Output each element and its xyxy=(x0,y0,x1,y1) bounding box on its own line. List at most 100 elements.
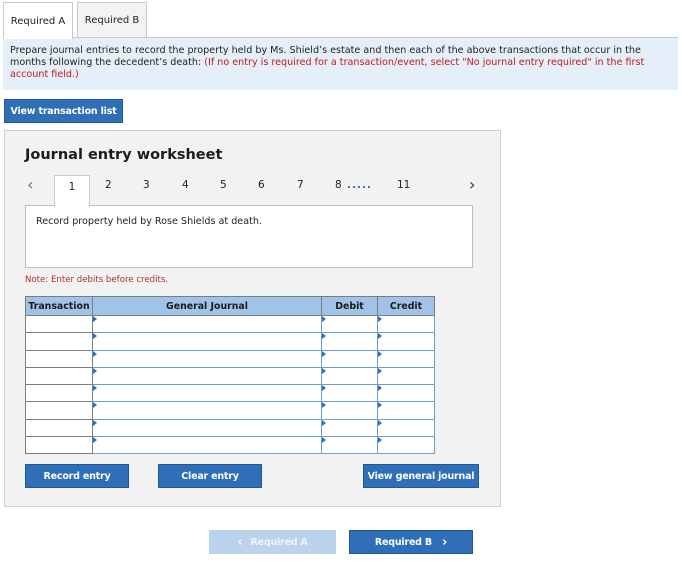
debit-credit-note: Note: Enter debits before credits. xyxy=(25,275,169,285)
record-entry-button[interactable]: Record entry xyxy=(25,464,129,488)
input-marker-icon xyxy=(322,367,326,374)
journal-entry-table: Transaction General Journal Debit Credit xyxy=(25,296,435,455)
prev-required-a-button[interactable]: ‹ Required A xyxy=(209,530,336,554)
input-marker-icon xyxy=(378,402,382,409)
account-select[interactable] xyxy=(92,418,322,438)
input-marker-icon xyxy=(322,350,326,357)
table-row xyxy=(25,332,435,351)
debit-input[interactable] xyxy=(321,401,378,420)
page-7-tab[interactable]: 7 xyxy=(297,179,304,191)
prev-required-label: Required A xyxy=(250,536,308,548)
input-marker-icon xyxy=(322,402,326,409)
account-select[interactable] xyxy=(92,332,322,351)
dropdown-marker-icon xyxy=(93,402,97,409)
dropdown-marker-icon xyxy=(93,350,97,357)
dropdown-marker-icon xyxy=(93,385,97,392)
page-5-tab[interactable]: 5 xyxy=(220,179,227,191)
table-row xyxy=(25,401,435,420)
credit-input[interactable] xyxy=(377,349,435,368)
chevron-right-icon[interactable]: › xyxy=(469,175,475,194)
page-ellipsis: ..... xyxy=(347,179,372,191)
debit-input[interactable] xyxy=(321,436,378,455)
dropdown-marker-icon xyxy=(93,316,97,322)
input-marker-icon xyxy=(378,385,382,392)
table-row xyxy=(25,314,435,334)
transaction-description-text: Record property held by Rose Shields at … xyxy=(36,216,262,227)
table-row xyxy=(25,436,435,455)
debit-input[interactable] xyxy=(321,366,378,386)
table-row xyxy=(25,366,435,386)
debit-input[interactable] xyxy=(321,418,378,438)
tab-required-a[interactable]: Required A xyxy=(3,2,73,39)
chevron-left-icon: ‹ xyxy=(237,534,243,550)
next-required-b-button[interactable]: Required B › xyxy=(349,530,473,554)
table-header-row: Transaction General Journal Debit Credit xyxy=(25,296,435,316)
view-general-journal-button[interactable]: View general journal xyxy=(363,464,479,488)
journal-entry-worksheet: Journal entry worksheet ‹ 1 2 3 4 5 6 7 … xyxy=(4,130,501,507)
requirement-tabs: Required A Required B xyxy=(3,2,679,39)
credit-input[interactable] xyxy=(377,401,435,420)
page-4-tab[interactable]: 4 xyxy=(182,179,189,191)
credit-input[interactable] xyxy=(377,436,435,455)
chevron-left-icon[interactable]: ‹ xyxy=(27,175,33,194)
debit-input[interactable] xyxy=(321,332,378,351)
transaction-cell xyxy=(25,384,93,403)
transaction-cell xyxy=(25,436,93,455)
transaction-description: Record property held by Rose Shields at … xyxy=(25,205,473,268)
table-row xyxy=(25,384,435,403)
account-select[interactable] xyxy=(92,401,322,420)
transaction-cell xyxy=(25,366,93,386)
clear-entry-button[interactable]: Clear entry xyxy=(158,464,262,488)
page-8-tab[interactable]: 8 xyxy=(335,179,342,191)
dropdown-marker-icon xyxy=(93,419,97,426)
account-select[interactable] xyxy=(92,314,322,334)
column-header-credit: Credit xyxy=(377,296,435,316)
input-marker-icon xyxy=(322,333,326,340)
view-transaction-list-button[interactable]: View transaction list xyxy=(4,99,123,123)
input-marker-icon xyxy=(378,333,382,340)
dropdown-marker-icon xyxy=(93,367,97,374)
dropdown-marker-icon xyxy=(93,437,97,444)
account-select[interactable] xyxy=(92,384,322,403)
transaction-cell xyxy=(25,314,93,334)
account-select[interactable] xyxy=(92,436,322,455)
page-11-tab[interactable]: 11 xyxy=(397,179,410,191)
chevron-right-icon: › xyxy=(441,534,448,550)
transaction-cell xyxy=(25,332,93,351)
debit-input[interactable] xyxy=(321,314,378,334)
page-1-tab[interactable]: 1 xyxy=(54,175,90,207)
input-marker-icon xyxy=(378,419,382,426)
page-3-tab[interactable]: 3 xyxy=(143,179,150,191)
input-marker-icon xyxy=(378,437,382,444)
page-2-tab[interactable]: 2 xyxy=(105,179,112,191)
credit-input[interactable] xyxy=(377,366,435,386)
input-marker-icon xyxy=(378,316,382,322)
credit-input[interactable] xyxy=(377,384,435,403)
credit-input[interactable] xyxy=(377,332,435,351)
column-header-transaction: Transaction xyxy=(25,296,93,316)
transaction-cell xyxy=(25,418,93,438)
input-marker-icon xyxy=(322,385,326,392)
input-marker-icon xyxy=(322,316,326,322)
page-6-tab[interactable]: 6 xyxy=(258,179,265,191)
account-select[interactable] xyxy=(92,349,322,368)
worksheet-title: Journal entry worksheet xyxy=(25,147,223,163)
next-required-label: Required B xyxy=(374,536,432,548)
input-marker-icon xyxy=(322,437,326,444)
table-row xyxy=(25,349,435,368)
tab-required-b[interactable]: Required B xyxy=(77,2,147,38)
debit-input[interactable] xyxy=(321,349,378,368)
table-row xyxy=(25,418,435,438)
debit-input[interactable] xyxy=(321,384,378,403)
input-marker-icon xyxy=(378,367,382,374)
column-header-general-journal: General Journal xyxy=(92,296,322,316)
account-select[interactable] xyxy=(92,366,322,386)
input-marker-icon xyxy=(322,419,326,426)
transaction-cell xyxy=(25,349,93,368)
dropdown-marker-icon xyxy=(93,333,97,340)
credit-input[interactable] xyxy=(377,314,435,334)
input-marker-icon xyxy=(378,350,382,357)
column-header-debit: Debit xyxy=(321,296,378,316)
transaction-cell xyxy=(25,401,93,420)
credit-input[interactable] xyxy=(377,418,435,438)
